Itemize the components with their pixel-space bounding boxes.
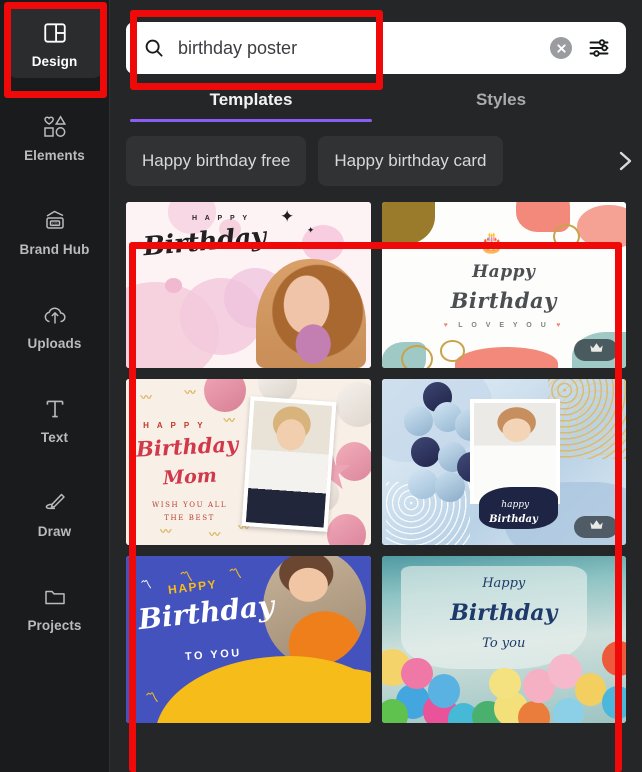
template-photo: [241, 396, 336, 532]
template-subtitle: TO YOU: [184, 647, 242, 664]
sidebar-item-label: Elements: [24, 147, 85, 163]
crown-icon: [589, 341, 604, 359]
template-line3: WISH YOU ALL THE BEST: [151, 500, 228, 523]
template-thumbnail: 〰 〰 〰 〰 〰 〰 H A P P Y Birthday Mom WISH …: [126, 379, 371, 546]
text-t-icon: [42, 392, 68, 426]
tab-label: Templates: [209, 90, 293, 109]
template-card[interactable]: 〽 〽 〽 〽 〽 〽 HAPPY Birthday TO YOU: [126, 556, 371, 723]
sidebar-item-brand-hub[interactable]: CO. Brand Hub: [7, 194, 103, 266]
template-thumbnail: Happy Birthday To you: [381, 556, 626, 723]
pro-badge: [574, 339, 618, 362]
search-input[interactable]: [178, 37, 550, 59]
template-line2: Mom: [162, 464, 218, 489]
sidebar-item-draw[interactable]: Draw: [7, 476, 103, 548]
template-results-grid: ✦ ✦ H A P P Y Birthday 🎂 Happy Birthday …: [110, 186, 642, 723]
sidebar-item-label: Text: [40, 429, 69, 445]
template-line1: Happy: [482, 576, 526, 592]
chip-happy-birthday-card[interactable]: Happy birthday card: [318, 136, 503, 186]
svg-text:CO.: CO.: [52, 221, 58, 225]
template-title: Birthday: [136, 589, 276, 637]
template-kicker: H A P P Y: [192, 215, 250, 223]
sidebar-item-projects[interactable]: Projects: [7, 570, 103, 642]
heart-icon: ♥: [443, 321, 452, 329]
template-card[interactable]: Happy Birthday To you: [381, 556, 626, 723]
template-card[interactable]: happy Birthday: [381, 379, 626, 546]
sidebar-item-label: Brand Hub: [19, 241, 90, 257]
template-line1: Birthday: [135, 431, 239, 462]
template-line2: Birthday: [489, 514, 538, 526]
template-card[interactable]: 🎂 Happy Birthday ♥ L O V E Y O U ♥: [381, 202, 626, 369]
template-thumbnail: 〽 〽 〽 〽 〽 〽 HAPPY Birthday TO YOU: [126, 556, 371, 723]
template-line1: Happy: [472, 261, 536, 282]
pen-draw-icon: [41, 486, 69, 520]
sidebar-item-uploads[interactable]: Uploads: [7, 288, 103, 360]
pro-badge: [574, 516, 618, 539]
tab-styles[interactable]: Styles: [376, 90, 626, 122]
template-thumbnail: ✦ ✦ H A P P Y Birthday: [126, 202, 371, 369]
crown-icon: [589, 518, 604, 536]
sidebar-item-label: Draw: [37, 523, 72, 539]
templates-panel: Templates Styles Happy birthday free Hap…: [110, 0, 642, 772]
sidebar-item-label: Design: [31, 53, 78, 69]
heart-icon: ♥: [556, 321, 564, 329]
template-line1: happy: [501, 500, 530, 511]
cake-icon: 🎂: [479, 232, 504, 255]
template-title: Birthday: [142, 222, 267, 263]
sidebar-item-label: Uploads: [27, 335, 82, 351]
shapes-icon: [41, 110, 69, 144]
suggestion-chips: Happy birthday free Happy birthday card: [110, 122, 642, 186]
template-line3: To you: [482, 636, 526, 652]
panel-tabs: Templates Styles: [110, 90, 642, 122]
tab-label: Styles: [475, 90, 527, 109]
template-line2: Birthday: [450, 288, 557, 314]
search-box[interactable]: [126, 22, 626, 74]
sliders-filter-icon[interactable]: [586, 35, 612, 61]
layout-panels-icon: [42, 16, 68, 50]
editor-root: Design Elements CO. Brand Hub Uploads Te…: [0, 0, 642, 772]
chip-label: Happy birthday card: [334, 151, 487, 170]
folder-icon: [41, 580, 69, 614]
template-kicker: H A P P Y: [143, 420, 206, 430]
sidebar-item-elements[interactable]: Elements: [7, 100, 103, 172]
chip-label: Happy birthday free: [142, 151, 291, 170]
chip-happy-birthday-free[interactable]: Happy birthday free: [126, 136, 307, 186]
template-line3: ♥ L O V E Y O U ♥: [443, 321, 564, 329]
search-row: [126, 22, 626, 74]
template-card[interactable]: ✦ ✦ H A P P Y Birthday: [126, 202, 371, 369]
template-photo: [262, 556, 366, 667]
tab-templates[interactable]: Templates: [126, 90, 376, 122]
chevron-right-icon[interactable]: [612, 136, 638, 186]
sidebar-item-design[interactable]: Design: [6, 6, 103, 78]
sidebar-item-text[interactable]: Text: [7, 382, 103, 454]
cloud-upload-icon: [41, 298, 69, 332]
template-kicker: HAPPY: [166, 576, 218, 597]
template-card[interactable]: 〰 〰 〰 〰 〰 〰 H A P P Y Birthday Mom WISH …: [126, 379, 371, 546]
brand-card-icon: CO.: [41, 204, 69, 238]
magnifier-icon: [142, 36, 166, 60]
left-sidebar: Design Elements CO. Brand Hub Uploads Te…: [0, 0, 110, 772]
sidebar-item-label: Projects: [27, 617, 82, 633]
template-line2: Birthday: [450, 599, 558, 626]
clear-x-icon[interactable]: [550, 37, 572, 59]
